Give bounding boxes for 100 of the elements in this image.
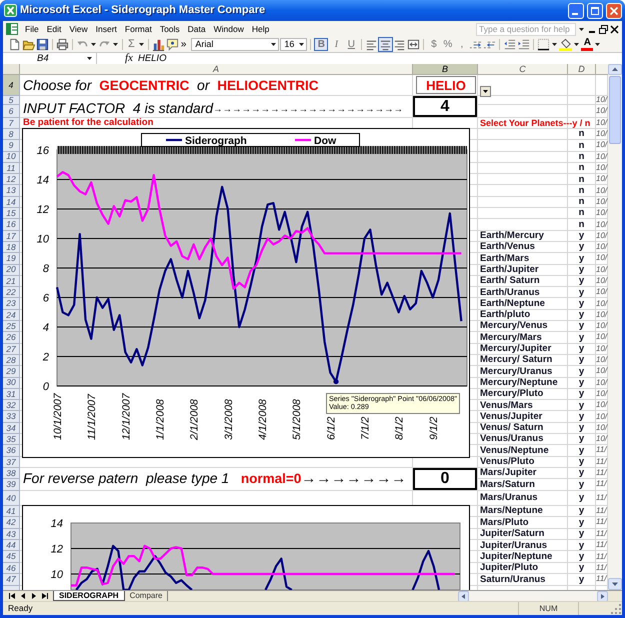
- dropdown-caret-icon[interactable]: [579, 28, 584, 30]
- print-icon[interactable]: [56, 38, 69, 51]
- autosum-button[interactable]: Σ: [126, 39, 137, 50]
- dropdown-caret-icon[interactable]: [113, 43, 118, 46]
- menu-item[interactable]: View: [65, 22, 92, 36]
- row-header[interactable]: 5: [3, 96, 19, 104]
- row-header[interactable]: 43: [3, 528, 19, 540]
- speech-bubble-icon[interactable]: [166, 38, 179, 51]
- row-header[interactable]: 45: [3, 551, 19, 562]
- column-header[interactable]: B: [413, 64, 478, 75]
- save-icon[interactable]: [36, 38, 49, 51]
- row-header[interactable]: 39: [3, 478, 19, 490]
- menu-item[interactable]: Insert: [92, 22, 121, 36]
- row-header[interactable]: 36: [3, 445, 19, 456]
- row-header[interactable]: 6: [3, 105, 19, 117]
- row-header[interactable]: 29: [3, 366, 19, 377]
- scroll-up-button[interactable]: [608, 64, 622, 75]
- last-sheet-icon[interactable]: [41, 592, 49, 600]
- row-header[interactable]: 10: [3, 152, 19, 162]
- row-header[interactable]: 27: [3, 344, 19, 354]
- row-header[interactable]: 11: [3, 162, 19, 174]
- formula-field[interactable]: HELIO: [138, 53, 622, 64]
- number-format-button[interactable]: ,: [455, 40, 468, 50]
- row-header[interactable]: 13: [3, 185, 19, 196]
- row-header[interactable]: 33: [3, 411, 19, 422]
- first-sheet-icon[interactable]: [8, 592, 16, 600]
- close-icon[interactable]: [610, 24, 619, 34]
- menu-item[interactable]: Window: [210, 22, 248, 36]
- fill-color-icon[interactable]: [559, 38, 572, 51]
- align-left-icon[interactable]: [365, 38, 378, 51]
- row-header[interactable]: 35: [3, 434, 19, 444]
- number-format-button[interactable]: $: [427, 40, 440, 50]
- menu-item[interactable]: Tools: [156, 22, 184, 36]
- row-header[interactable]: 38: [3, 468, 19, 478]
- increase-indent-icon[interactable]: [517, 38, 530, 51]
- row-header[interactable]: 24: [3, 310, 19, 320]
- restore-icon[interactable]: [599, 24, 608, 34]
- bar-chart-icon[interactable]: [152, 38, 165, 51]
- row-header[interactable]: 18: [3, 242, 19, 252]
- font-size-dropdown[interactable]: 16: [280, 38, 308, 51]
- format-button[interactable]: B: [314, 38, 328, 51]
- row-header[interactable]: 22: [3, 287, 19, 298]
- scroll-left-button[interactable]: [458, 590, 469, 602]
- menu-item[interactable]: Edit: [42, 22, 66, 36]
- row-header[interactable]: 42: [3, 517, 19, 528]
- row-header[interactable]: 17: [3, 230, 19, 241]
- resize-grip-icon[interactable]: [610, 602, 622, 614]
- row-header[interactable]: 37: [3, 456, 19, 467]
- dropdown-button[interactable]: [480, 86, 491, 97]
- row-header[interactable]: 20: [3, 264, 19, 275]
- row-header[interactable]: 41: [3, 506, 19, 516]
- format-button[interactable]: U: [344, 38, 358, 51]
- insert-function-button[interactable]: fx: [125, 53, 133, 64]
- row-header[interactable]: 32: [3, 400, 19, 410]
- merge-cells-icon[interactable]: [407, 38, 420, 51]
- menu-item[interactable]: Data: [184, 22, 210, 36]
- dropdown-caret-icon[interactable]: [299, 43, 304, 46]
- format-button[interactable]: I: [329, 38, 344, 51]
- dropdown-caret-icon[interactable]: [595, 43, 600, 46]
- row-header[interactable]: 12: [3, 174, 19, 184]
- row-header[interactable]: 34: [3, 422, 19, 434]
- scroll-down-button[interactable]: [608, 578, 622, 590]
- row-header[interactable]: 8: [3, 129, 19, 140]
- row-header[interactable]: 30: [3, 378, 19, 388]
- scroll-right-button[interactable]: [597, 590, 608, 602]
- new-document-icon[interactable]: [8, 38, 21, 51]
- toolbar-overflow-button[interactable]: »: [180, 40, 188, 50]
- row-header[interactable]: 15: [3, 208, 19, 218]
- dropdown-caret-icon[interactable]: [271, 43, 276, 46]
- row-header[interactable]: 47: [3, 574, 19, 585]
- row-header[interactable]: 16: [3, 219, 19, 230]
- column-header[interactable]: C: [478, 64, 568, 75]
- input-cell[interactable]: 4: [413, 96, 477, 117]
- align-right-icon[interactable]: [393, 38, 406, 51]
- number-format-button[interactable]: %: [441, 40, 454, 50]
- row-header[interactable]: 46: [3, 562, 19, 574]
- open-folder-icon[interactable]: [22, 38, 35, 51]
- borders-icon[interactable]: [537, 38, 550, 51]
- scrollbar-thumb[interactable]: [609, 76, 621, 144]
- workbook-icon[interactable]: [6, 23, 18, 35]
- sheet-tab[interactable]: SIDEROGRAPH: [53, 591, 125, 601]
- dropdown-caret-icon[interactable]: [552, 43, 558, 46]
- dropdown-caret-icon[interactable]: [87, 57, 92, 60]
- row-header[interactable]: 7: [3, 118, 19, 128]
- close-button[interactable]: [606, 2, 622, 18]
- row-header[interactable]: 21: [3, 276, 19, 286]
- row-header[interactable]: 14: [3, 196, 19, 208]
- minimize-button[interactable]: [568, 2, 584, 18]
- row-header[interactable]: 4: [3, 75, 19, 95]
- row-header[interactable]: 25: [3, 321, 19, 332]
- align-center-icon[interactable]: [379, 38, 392, 51]
- dropdown-caret-icon[interactable]: [138, 43, 144, 46]
- row-header[interactable]: 40: [3, 490, 19, 505]
- selected-cell[interactable]: HELIO: [416, 76, 476, 94]
- dropdown-caret-icon[interactable]: [574, 43, 580, 46]
- dropdown-caret-icon[interactable]: [91, 43, 96, 46]
- row-header[interactable]: 9: [3, 140, 19, 151]
- maximize-button[interactable]: [587, 2, 603, 18]
- row-header[interactable]: 44: [3, 540, 19, 550]
- column-header[interactable]: A: [20, 64, 413, 75]
